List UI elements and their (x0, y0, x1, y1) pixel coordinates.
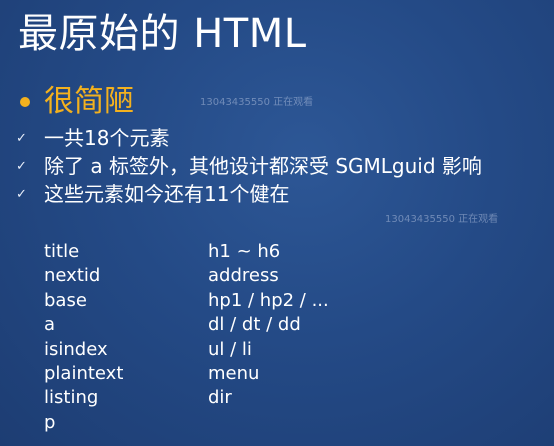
bullet-heading: 很简陋 (44, 84, 134, 119)
checkmark-icon: ✓ (16, 130, 27, 146)
bullet-dot-icon (20, 97, 30, 107)
element-name: ul / li (208, 338, 252, 360)
main-bullet: 很简陋 (14, 80, 134, 124)
slide-title: 最原始的 HTML (18, 11, 307, 57)
sub-point-text: 一共18个元素 (44, 126, 170, 150)
element-name: hp1 / hp2 / ... (208, 289, 329, 311)
presentation-slide: 最原始的 HTML 很简陋 13043435550 正在观看 130434355… (0, 0, 554, 446)
element-name: menu (208, 362, 260, 384)
viewer-watermark: 13043435550 正在观看 (385, 214, 499, 225)
sub-point-text: 这些元素如今还有11个健在 (44, 182, 290, 206)
checkmark-icon: ✓ (16, 158, 27, 174)
sub-points-list: ✓ 一共18个元素 ✓ 除了 a 标签外，其他设计都深受 SGMLguid 影响… (12, 124, 552, 208)
element-name: nextid (44, 265, 101, 287)
element-name: plaintext (44, 362, 124, 384)
element-name: dl / dt / dd (208, 314, 301, 336)
element-name: listing (44, 387, 99, 409)
element-name: address (208, 265, 279, 287)
element-name: isindex (44, 338, 108, 360)
elements-column-right: h1 ~ h6 address hp1 / hp2 / ... dl / dt … (208, 240, 329, 411)
element-name: dir (208, 387, 232, 409)
viewer-watermark: 13043435550 正在观看 (200, 97, 314, 108)
elements-column-left: title nextid base a isindex plaintext li… (44, 240, 123, 435)
list-item: ✓ 除了 a 标签外，其他设计都深受 SGMLguid 影响 (12, 152, 552, 180)
element-name: h1 ~ h6 (208, 241, 281, 262)
element-name: a (44, 314, 56, 336)
element-name: p (44, 411, 56, 433)
sub-point-text: 除了 a 标签外，其他设计都深受 SGMLguid 影响 (44, 154, 482, 178)
list-item: ✓ 一共18个元素 (12, 124, 552, 152)
element-name: title (44, 241, 80, 262)
checkmark-icon: ✓ (16, 186, 27, 202)
list-item: ✓ 这些元素如今还有11个健在 (12, 180, 552, 208)
element-name: base (44, 289, 87, 311)
